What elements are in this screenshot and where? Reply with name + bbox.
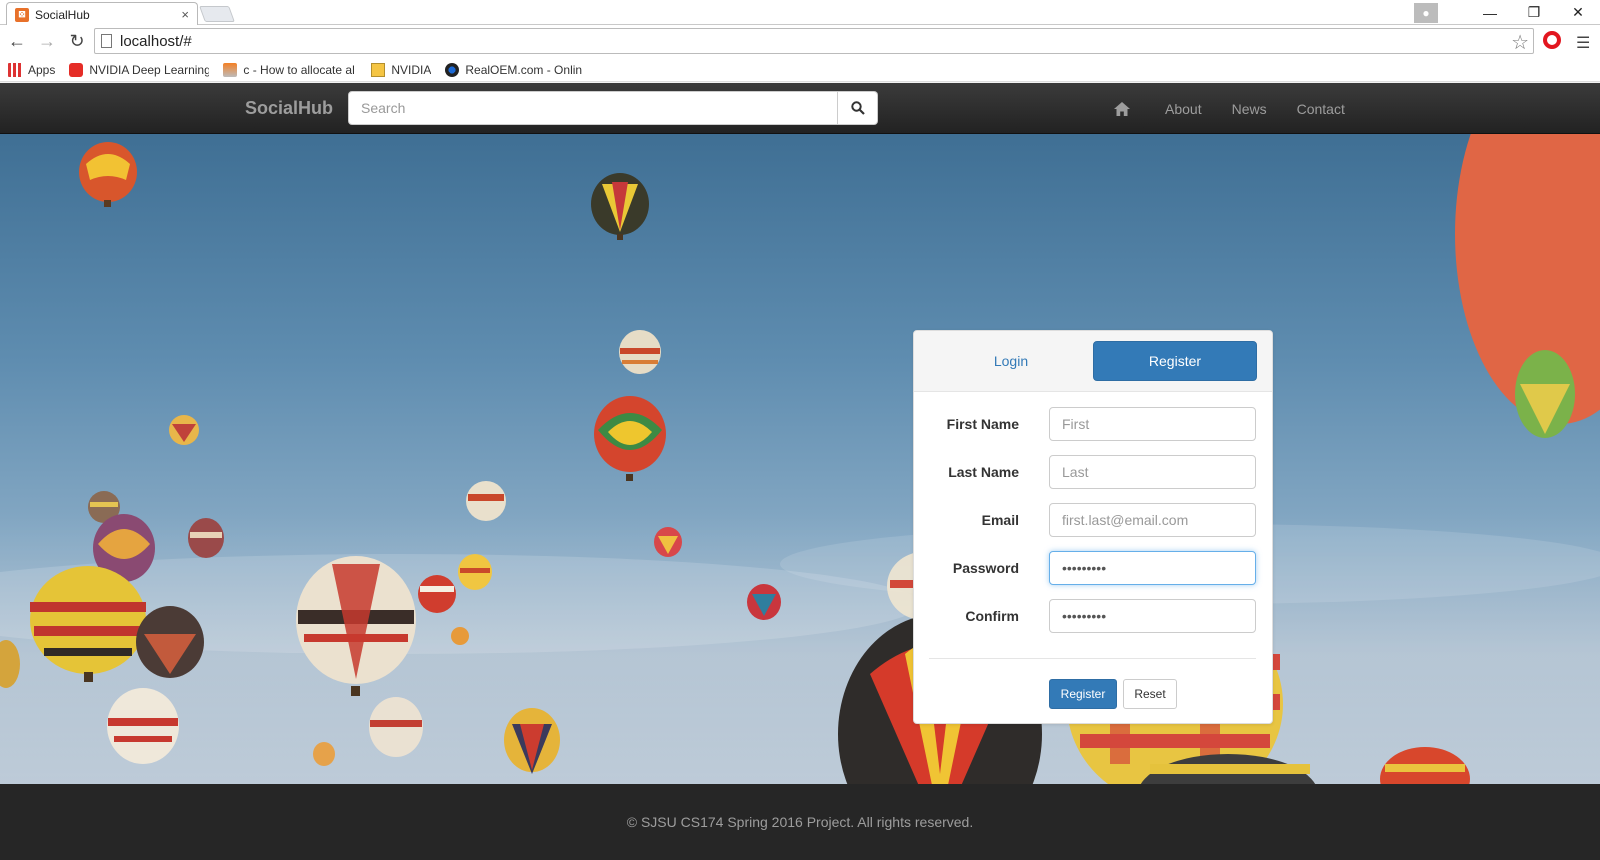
browser-menu-icon[interactable]: ☰ [1576,33,1590,53]
balloon [594,396,666,481]
password-input[interactable] [1049,551,1256,585]
bookmark-realoem[interactable]: RealOEM.com - Onlin [445,62,587,77]
balloon [654,527,682,557]
first-name-label: First Name [946,416,1019,432]
hero-balloon-background [0,134,1600,784]
new-tab-button[interactable] [199,6,235,22]
balloon [79,142,137,207]
form-row-password: Password [914,551,1272,585]
site-footer: © SJSU CS174 Spring 2016 Project. All ri… [0,784,1600,860]
register-panel: Login Register First Name Last Name Emai… [913,330,1273,724]
panel-tabs: Login Register [914,331,1272,392]
balloon [451,627,469,645]
url-text: localhost/# [120,32,192,50]
search-button[interactable] [838,91,878,125]
back-arrow-icon[interactable]: ← [4,31,30,52]
email-label: Email [981,512,1019,528]
balloon [1515,350,1575,438]
search-input[interactable] [348,91,838,125]
browser-toolbar: ← → ↻ localhost/# ☆ ☰ [0,25,1600,58]
balloons-illustration [0,134,1600,784]
password-label: Password [952,560,1019,576]
register-button[interactable]: Register [1049,679,1117,709]
balloon [619,330,661,374]
bookmark-star-icon[interactable]: ☆ [1511,30,1529,55]
confirm-password-input[interactable] [1049,599,1256,633]
email-input[interactable] [1049,503,1256,537]
balloon [418,575,456,613]
site-navbar: SocialHub About News Contact [0,83,1600,134]
balloon [369,697,423,757]
first-name-input[interactable] [1049,407,1256,441]
confirm-label: Confirm [965,608,1019,624]
last-name-label: Last Name [948,464,1019,480]
bmw-icon [445,62,460,77]
browser-tab-strip: ⊠ SocialHub × ● — ❐ ✕ [0,0,1600,26]
window-controls: ● — ❐ ✕ [1414,0,1600,25]
bookmark-nvidia-folder[interactable]: NVIDIA [371,62,431,77]
bookmarks-bar: Apps NVIDIA Deep Learning c - How to all… [0,58,1600,82]
form-row-confirm: Confirm [914,599,1272,633]
stackoverflow-icon [223,62,238,77]
tab-title: SocialHub [35,7,90,22]
nav-link-contact[interactable]: Contact [1297,101,1345,117]
nav-link-about[interactable]: About [1165,101,1202,117]
form-row-email: Email [914,503,1272,537]
forward-arrow-icon[interactable]: → [34,31,60,52]
bookmark-apps[interactable]: Apps [8,62,55,77]
page-icon [101,34,112,48]
tab-register[interactable]: Register [1092,341,1257,381]
folder-icon [371,62,386,77]
browser-tab[interactable]: ⊠ SocialHub × [6,2,198,26]
address-bar[interactable]: localhost/# ☆ [94,28,1534,54]
site-brand[interactable]: SocialHub [245,98,333,119]
youtube-icon [69,62,84,77]
last-name-input[interactable] [1049,455,1256,489]
balloon [591,173,649,240]
restore-icon[interactable]: ❐ [1512,4,1556,21]
nav-link-news[interactable]: News [1232,101,1267,117]
profile-icon[interactable]: ● [1414,2,1438,23]
bookmark-stackoverflow[interactable]: c - How to allocate al [223,62,357,77]
balloon [313,742,335,766]
form-row-first-name: First Name [914,407,1272,441]
form-row-last-name: Last Name [914,455,1272,489]
balloon [169,415,199,445]
minimize-icon[interactable]: — [1468,5,1512,21]
search-icon [850,101,865,115]
apps-grid-icon [8,62,22,77]
balloon [747,584,781,620]
copyright-text: © SJSU CS174 Spring 2016 Project. All ri… [626,814,974,830]
balloon [458,554,492,590]
form-divider [929,658,1256,659]
balloon [188,518,224,558]
tab-close-icon[interactable]: × [181,7,189,22]
balloon [107,688,179,764]
balloon [466,481,506,521]
search-form [348,91,878,125]
balloon [136,606,204,678]
nav-links: About News Contact [1108,83,1360,134]
tab-login[interactable]: Login [929,341,1093,381]
opera-extension-icon[interactable] [1543,31,1561,49]
home-icon[interactable] [1108,101,1136,116]
bookmark-nvidia-deep-learning[interactable]: NVIDIA Deep Learning [69,62,209,77]
reset-button[interactable]: Reset [1123,679,1177,709]
xampp-favicon-icon: ⊠ [15,7,29,22]
reload-icon[interactable]: ↻ [64,31,90,52]
window-close-icon[interactable]: ✕ [1556,4,1600,21]
web-page: SocialHub About News Contact [0,83,1600,860]
